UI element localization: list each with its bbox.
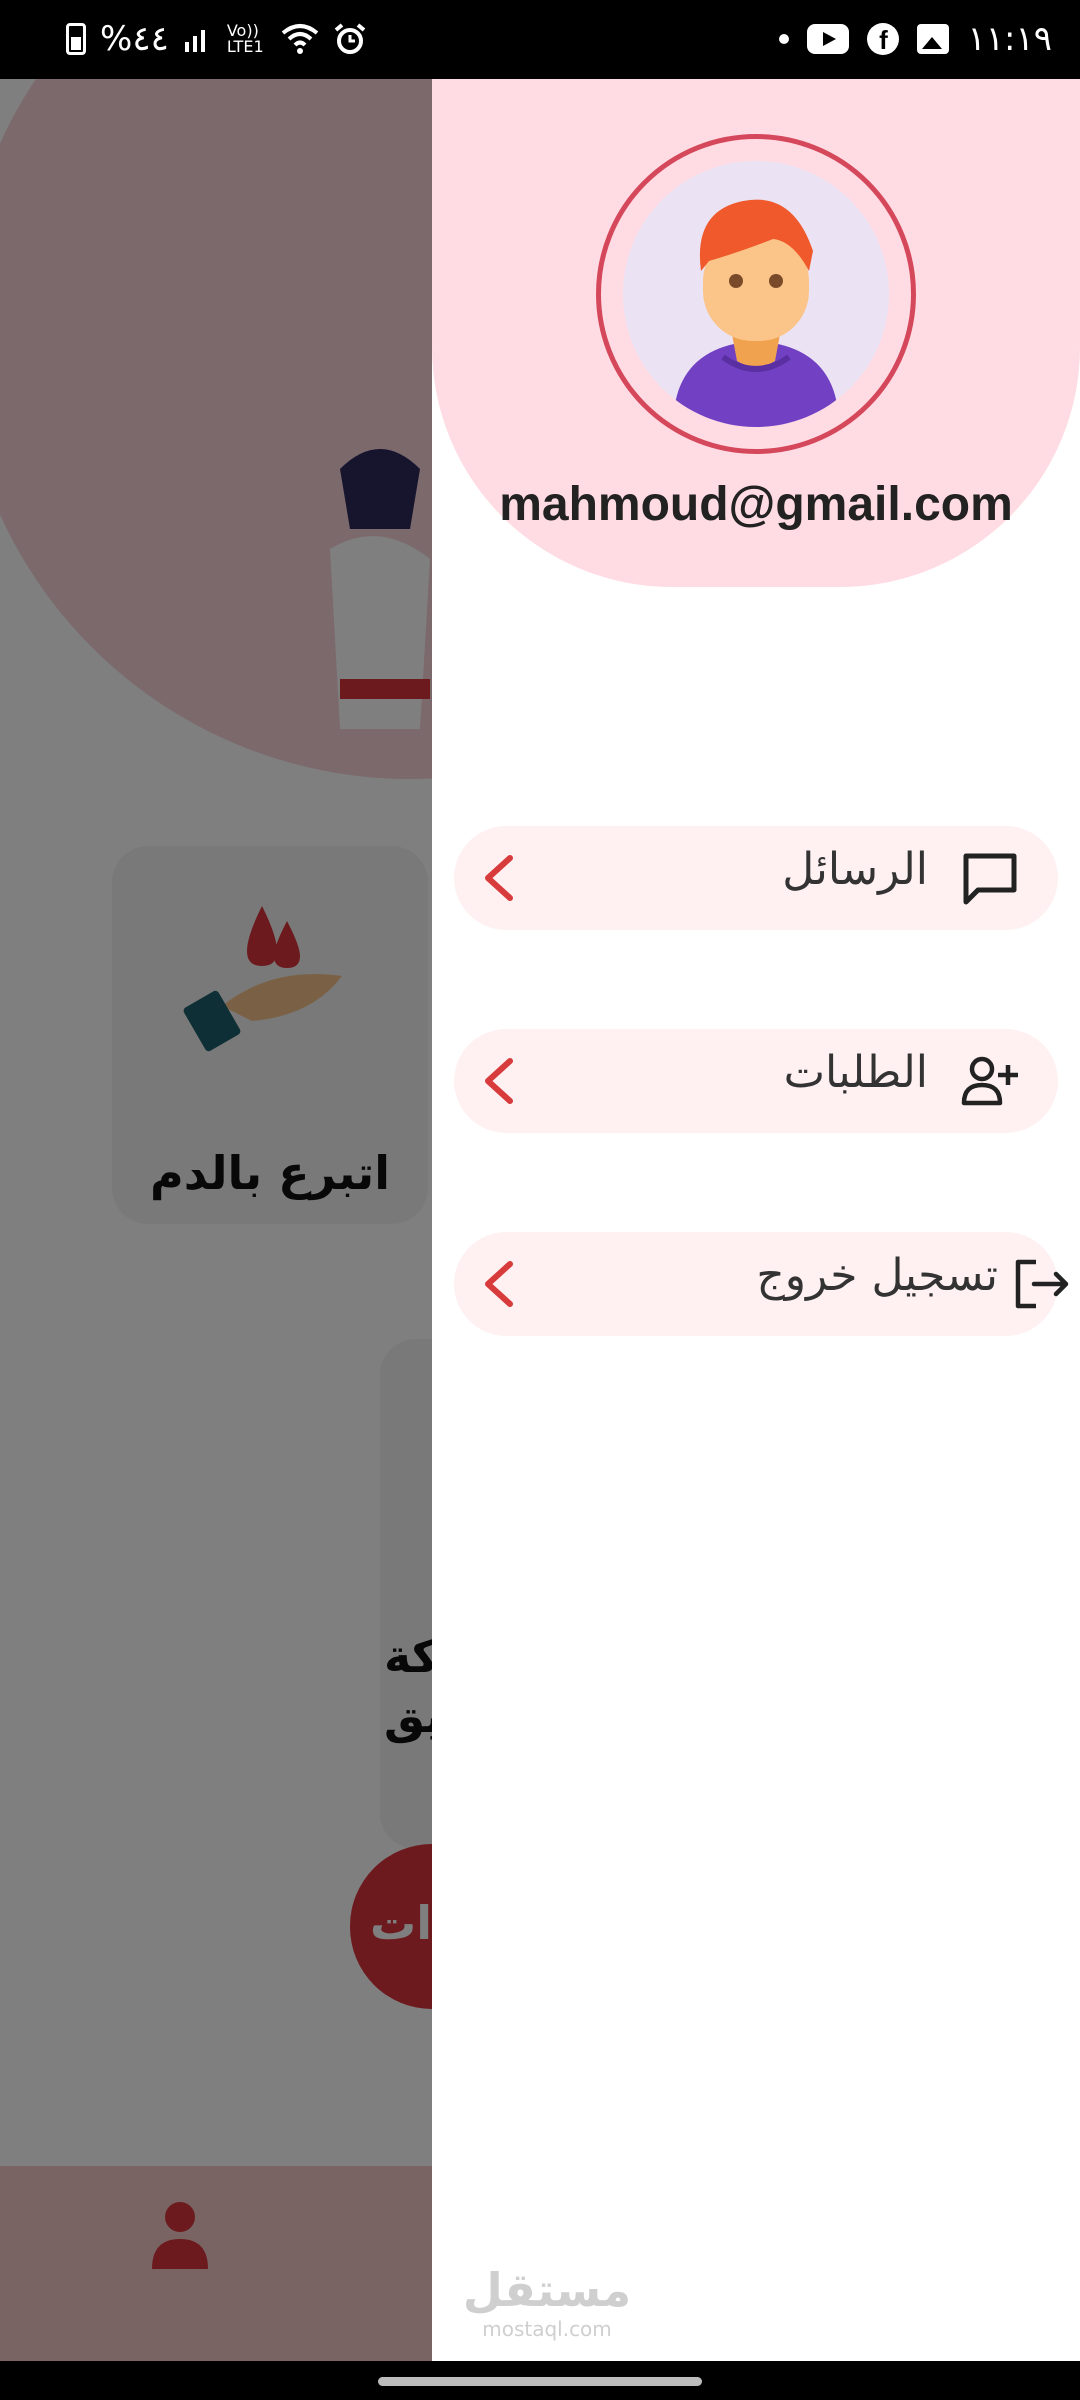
menu-item-requests[interactable]: الطلبات: [454, 1029, 1058, 1133]
wifi-icon: [281, 24, 319, 54]
chevron-left-icon: [485, 855, 513, 901]
watermark: مستقل mostaql.com: [432, 2263, 662, 2341]
notification-dot-icon: [779, 34, 790, 44]
drawer-header: mahmoud@gmail.com: [432, 79, 1080, 587]
signal-icon: [184, 30, 205, 52]
menu-item-messages[interactable]: الرسائل: [454, 826, 1058, 930]
menu-item-messages-label: الرسائل: [782, 844, 928, 895]
avatar[interactable]: [596, 134, 916, 454]
status-bar: %٤٤ Vo)) LTE1 f ١١:١٩: [0, 0, 1080, 79]
network-type: Vo)) LTE1: [226, 21, 264, 56]
user-email: mahmoud@gmail.com: [499, 478, 1013, 531]
home-gesture-bar[interactable]: [378, 2377, 702, 2386]
user-avatar-icon: [673, 199, 839, 427]
menu-item-requests-label: الطلبات: [783, 1047, 928, 1098]
navigation-drawer: mahmoud@gmail.com الرسائل الطلبات تسجيل …: [432, 79, 1080, 2361]
facebook-icon: f: [867, 23, 900, 55]
chevron-left-icon: [485, 1261, 513, 1307]
battery-icon: [66, 23, 86, 55]
youtube-icon: [807, 24, 850, 54]
watermark-arabic: مستقل: [462, 2263, 632, 2317]
chevron-left-icon: [485, 1058, 513, 1104]
message-icon: [963, 853, 1017, 905]
battery-level: %٤٤: [100, 19, 169, 59]
status-time: ١١:١٩: [967, 19, 1052, 59]
menu-item-logout-label: تسجيل خروج: [756, 1250, 998, 1301]
menu-item-logout[interactable]: تسجيل خروج: [454, 1232, 1069, 1336]
alarm-icon: [334, 23, 366, 54]
logout-icon: [1015, 1259, 1069, 1309]
watermark-url: mostaql.com: [482, 2317, 612, 2341]
gallery-icon: [917, 24, 950, 54]
add-person-icon: [961, 1056, 1018, 1106]
